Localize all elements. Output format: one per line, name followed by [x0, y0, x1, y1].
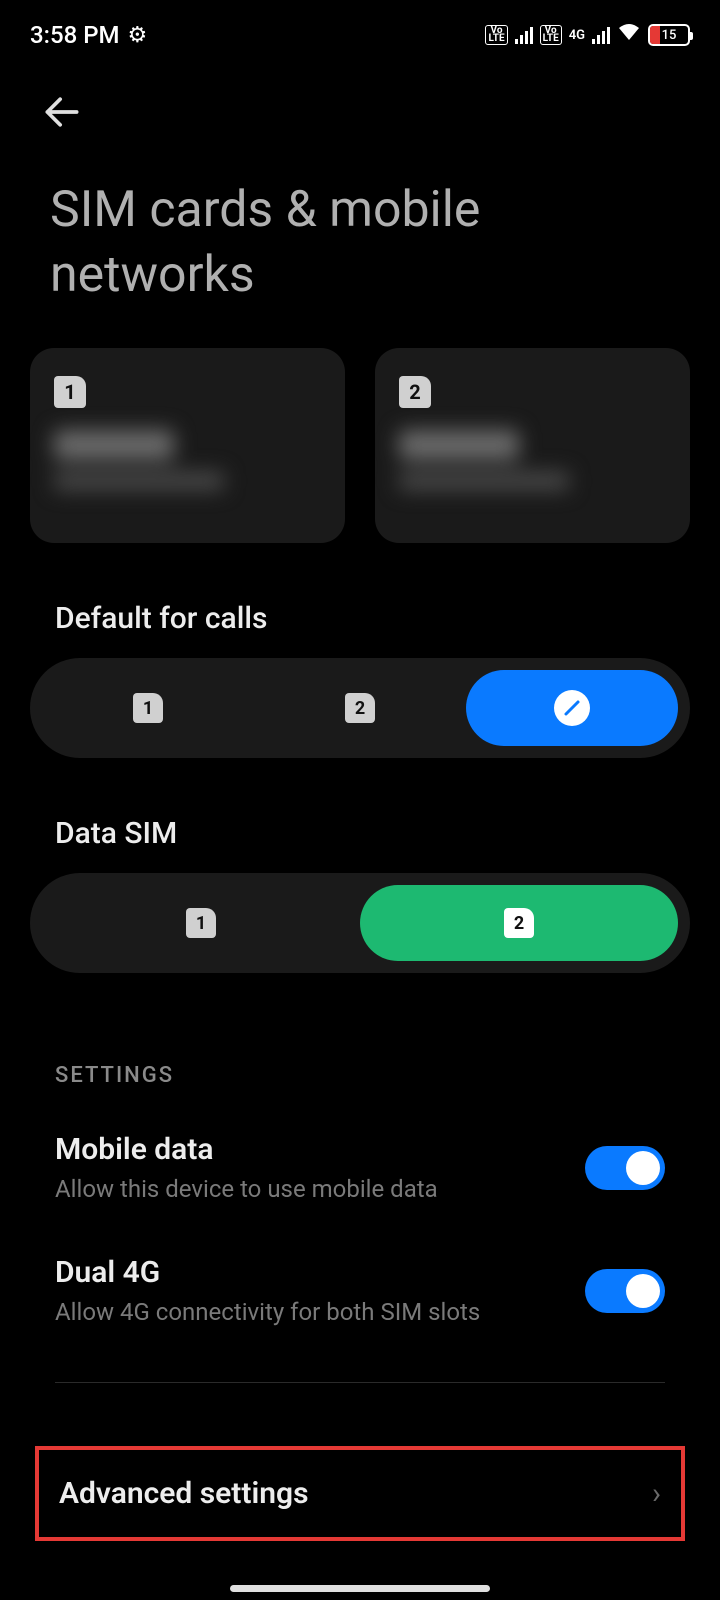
sim-chip-icon: 1	[186, 908, 216, 938]
data-sim-label: Data SIM	[0, 758, 720, 873]
signal-icon-2	[592, 26, 610, 44]
network-4g-label: 4G	[569, 30, 585, 41]
sim-chip-icon-2: 2	[399, 376, 431, 408]
status-right: VoLTE VoLTE 4G 15	[485, 22, 690, 48]
dual-4g-toggle[interactable]	[585, 1269, 665, 1313]
volte-icon-2: VoLTE	[540, 25, 562, 45]
edit-icon	[554, 690, 590, 726]
dual-4g-desc: Allow 4G connectivity for both SIM slots	[55, 1298, 480, 1326]
gear-icon: ⚙	[128, 23, 148, 48]
mobile-data-row[interactable]: Mobile data Allow this device to use mob…	[0, 1106, 720, 1229]
advanced-settings-row[interactable]: Advanced settings ›	[39, 1450, 681, 1537]
battery-icon: 15	[648, 24, 690, 46]
data-sim-selector: 1 2	[30, 873, 690, 973]
sim-1-details-blurred	[54, 430, 321, 490]
status-left: 3:58 PM ⚙	[30, 21, 147, 49]
chevron-right-icon: ›	[652, 1476, 661, 1511]
advanced-settings-label: Advanced settings	[59, 1476, 309, 1511]
sim-chip-icon: 2	[504, 908, 534, 938]
mobile-data-toggle[interactable]	[585, 1146, 665, 1190]
wifi-icon	[617, 22, 641, 48]
dual-4g-row[interactable]: Dual 4G Allow 4G connectivity for both S…	[0, 1229, 720, 1352]
page-title: SIM cards & mobile networks	[0, 148, 720, 348]
default-calls-sim2[interactable]: 2	[254, 670, 466, 746]
sim-card-2[interactable]: 2	[375, 348, 690, 543]
settings-header: SETTINGS	[0, 973, 720, 1106]
default-calls-label: Default for calls	[0, 543, 720, 658]
sim-chip-icon: 2	[345, 693, 375, 723]
default-calls-sim1[interactable]: 1	[42, 670, 254, 746]
signal-icon-1	[515, 26, 533, 44]
sim-2-details-blurred	[399, 430, 666, 490]
advanced-settings-highlight: Advanced settings ›	[35, 1446, 685, 1541]
data-sim-sim1[interactable]: 1	[42, 885, 360, 961]
status-bar: 3:58 PM ⚙ VoLTE VoLTE 4G 15	[0, 0, 720, 60]
mobile-data-title: Mobile data	[55, 1132, 438, 1167]
back-button[interactable]	[40, 90, 680, 138]
sim-card-1[interactable]: 1	[30, 348, 345, 543]
data-sim-sim2[interactable]: 2	[360, 885, 678, 961]
default-calls-ask[interactable]	[466, 670, 678, 746]
dual-4g-title: Dual 4G	[55, 1255, 480, 1290]
battery-percent: 15	[650, 28, 688, 43]
divider	[55, 1382, 665, 1383]
mobile-data-desc: Allow this device to use mobile data	[55, 1175, 438, 1203]
sim-chip-icon: 1	[133, 693, 163, 723]
sim-chip-icon-1: 1	[54, 376, 86, 408]
clock: 3:58 PM	[30, 21, 120, 49]
volte-icon-1: VoLTE	[485, 25, 507, 45]
home-indicator[interactable]	[230, 1585, 490, 1592]
default-calls-selector: 1 2	[30, 658, 690, 758]
